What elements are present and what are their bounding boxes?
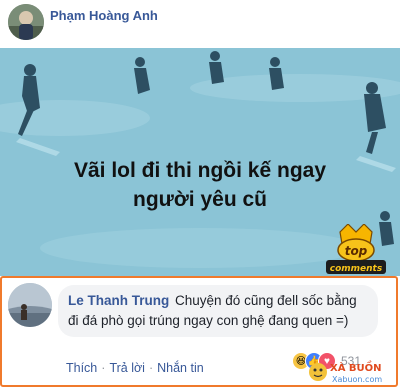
post-header: Phạm Hoàng Anh <box>0 0 400 48</box>
post-headline: Vãi lol đi thi ngồi kế ngay người yêu cũ <box>20 156 380 214</box>
headline-line-2: người yêu cũ <box>133 188 267 211</box>
reply-link[interactable]: Trả lời <box>109 361 145 375</box>
headline-line-1: Vãi lol đi thi ngồi kế ngay <box>73 159 327 182</box>
message-link[interactable]: Nhắn tin <box>157 361 204 375</box>
xabuon-watermark: XÀ BUỒN Xabuon.com <box>308 359 396 385</box>
badge-comments-text: comments <box>330 264 383 274</box>
watermark-domain: Xabuon.com <box>332 375 382 384</box>
badge-top-text: top <box>345 244 368 258</box>
watermark-brand: XÀ BUỒN <box>330 359 382 374</box>
top-comments-badge: top comments <box>326 223 386 281</box>
commenter-avatar[interactable] <box>8 283 52 327</box>
commenter-name[interactable]: Le Thanh Trung <box>68 293 169 308</box>
author-name[interactable]: Phạm Hoàng Anh <box>50 8 158 23</box>
comment-actions: Thích · Trả lời · Nhắn tin <box>66 361 204 375</box>
comment-bubble: Le Thanh Trung Chuyện đó cũng đell sốc b… <box>58 285 378 337</box>
author-avatar[interactable] <box>8 4 44 40</box>
like-link[interactable]: Thích <box>66 361 97 375</box>
